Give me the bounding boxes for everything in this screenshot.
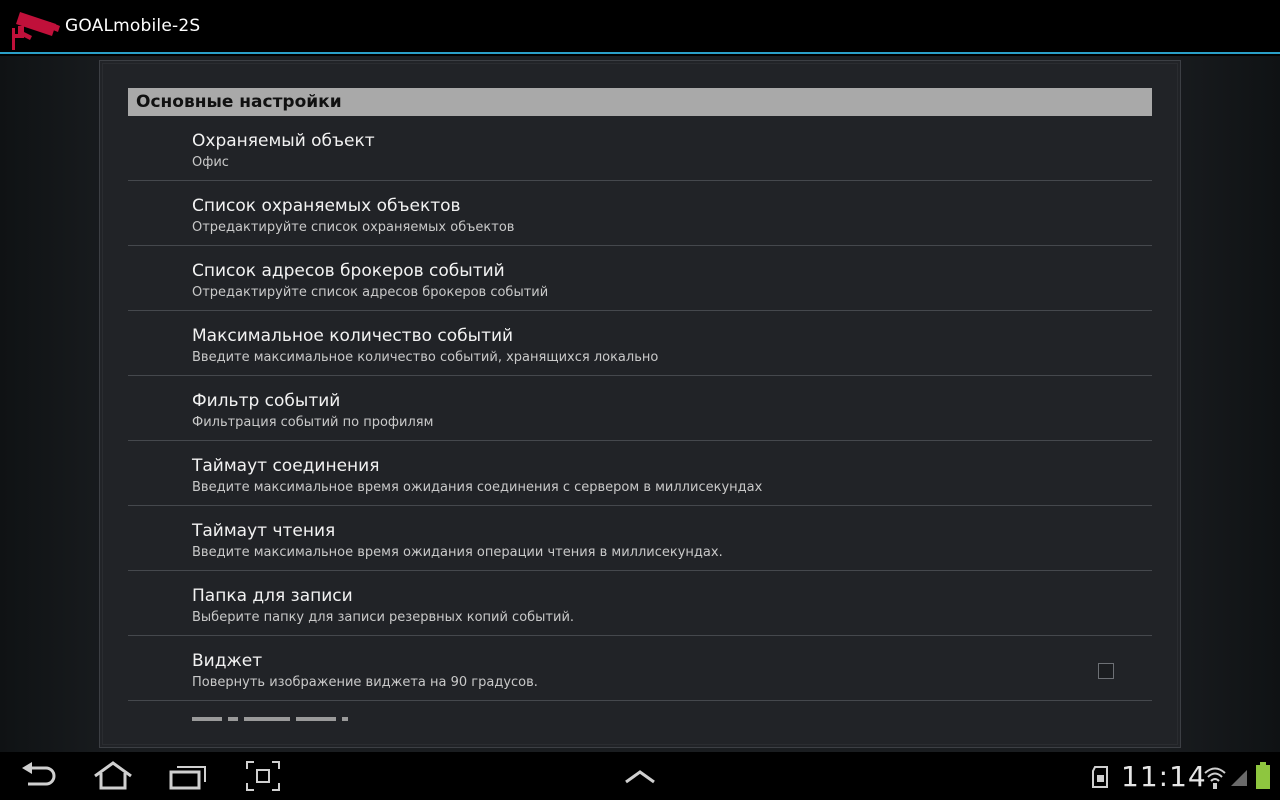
pref-title: Таймаут соединения [192,456,380,476]
chevron-up-icon[interactable] [623,760,657,792]
security-camera-icon[interactable] [10,6,62,50]
pref-connection-timeout[interactable]: Таймаут соединения Введите максимальное … [128,441,1152,506]
signal-icon [1231,770,1247,786]
recent-apps-icon[interactable] [168,760,208,792]
pref-partial-cutoff[interactable] [128,701,1152,731]
pref-broker-addresses[interactable]: Список адресов брокеров событий Отредакт… [128,246,1152,311]
navigation-bar: 11:14 [0,752,1280,800]
pref-summary: Фильтрация событий по профилям [192,415,434,430]
cutoff-text-fragment [192,717,348,721]
pref-title: Таймаут чтения [192,521,336,541]
pref-summary: Введите максимальное количество событий,… [192,350,659,365]
battery-icon [1256,762,1270,789]
category-header: Основные настройки [128,88,1152,116]
pref-summary: Офис [192,155,229,170]
pref-summary: Повернуть изображение виджета на 90 град… [192,675,538,690]
pref-title: Папка для записи [192,586,353,606]
pref-summary: Отредактируйте список адресов брокеров с… [192,285,549,300]
pref-title: Фильтр событий [192,391,341,411]
app-title: GOALmobile-2S [65,16,201,36]
pref-read-timeout[interactable]: Таймаут чтения Введите максимальное врем… [128,506,1152,571]
pref-title: Список адресов брокеров событий [192,261,505,281]
settings-panel: Основные настройки Охраняемый объект Офи… [99,60,1181,748]
back-icon[interactable] [20,760,58,792]
pref-summary: Выберите папку для записи резервных копи… [192,610,575,625]
pref-record-folder[interactable]: Папка для записи Выберите папку для запи… [128,571,1152,636]
screenshot-icon[interactable] [245,760,281,792]
pref-protected-objects-list[interactable]: Список охраняемых объектов Отредактируйт… [128,181,1152,246]
preference-list: Охраняемый объект Офис Список охраняемых… [128,116,1152,731]
pref-summary: Введите максимальное время ожидания опер… [192,545,723,560]
pref-protected-object[interactable]: Охраняемый объект Офис [128,116,1152,181]
pref-title: Охраняемый объект [192,131,375,151]
status-clock: 11:14 [1121,760,1207,793]
home-icon[interactable] [92,760,134,792]
widget-rotate-checkbox[interactable] [1098,663,1114,679]
pref-summary: Отредактируйте список охраняемых объекто… [192,220,515,235]
pref-max-events[interactable]: Максимальное количество событий Введите … [128,311,1152,376]
action-bar: GOALmobile-2S [0,0,1280,54]
pref-event-filter[interactable]: Фильтр событий Фильтрация событий по про… [128,376,1152,441]
pref-summary: Введите максимальное время ожидания соед… [192,480,763,495]
wifi-icon [1204,767,1226,789]
pref-title: Виджет [192,651,263,671]
pref-title: Максимальное количество событий [192,326,514,346]
pref-widget[interactable]: Виджет Повернуть изображение виджета на … [128,636,1152,701]
sd-card-icon [1092,766,1108,788]
pref-title: Список охраняемых объектов [192,196,461,216]
